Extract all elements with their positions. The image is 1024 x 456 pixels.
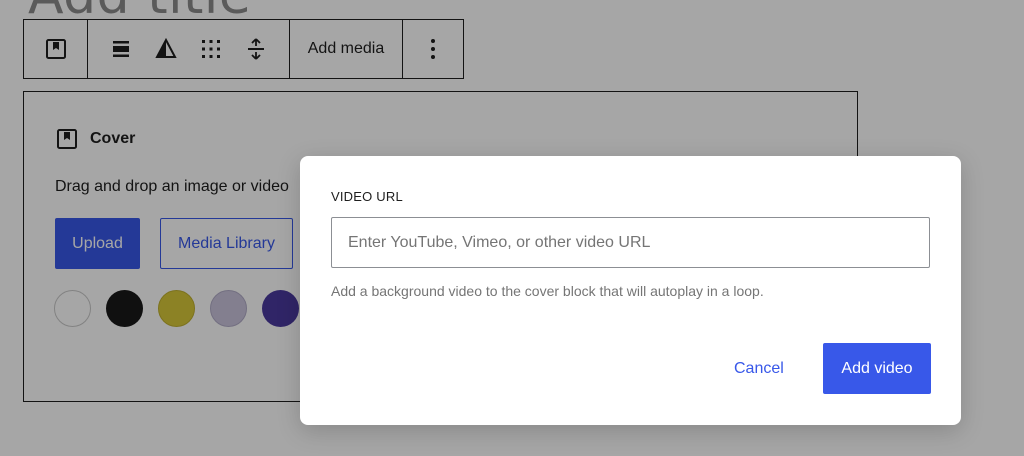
video-url-help-text: Add a background video to the cover bloc… [331, 283, 764, 299]
cancel-button[interactable]: Cancel [734, 359, 784, 379]
add-video-button[interactable]: Add video [823, 343, 931, 394]
video-url-input[interactable] [331, 217, 930, 268]
video-url-modal: VIDEO URL Add a background video to the … [300, 156, 961, 425]
video-url-label: VIDEO URL [331, 189, 403, 204]
